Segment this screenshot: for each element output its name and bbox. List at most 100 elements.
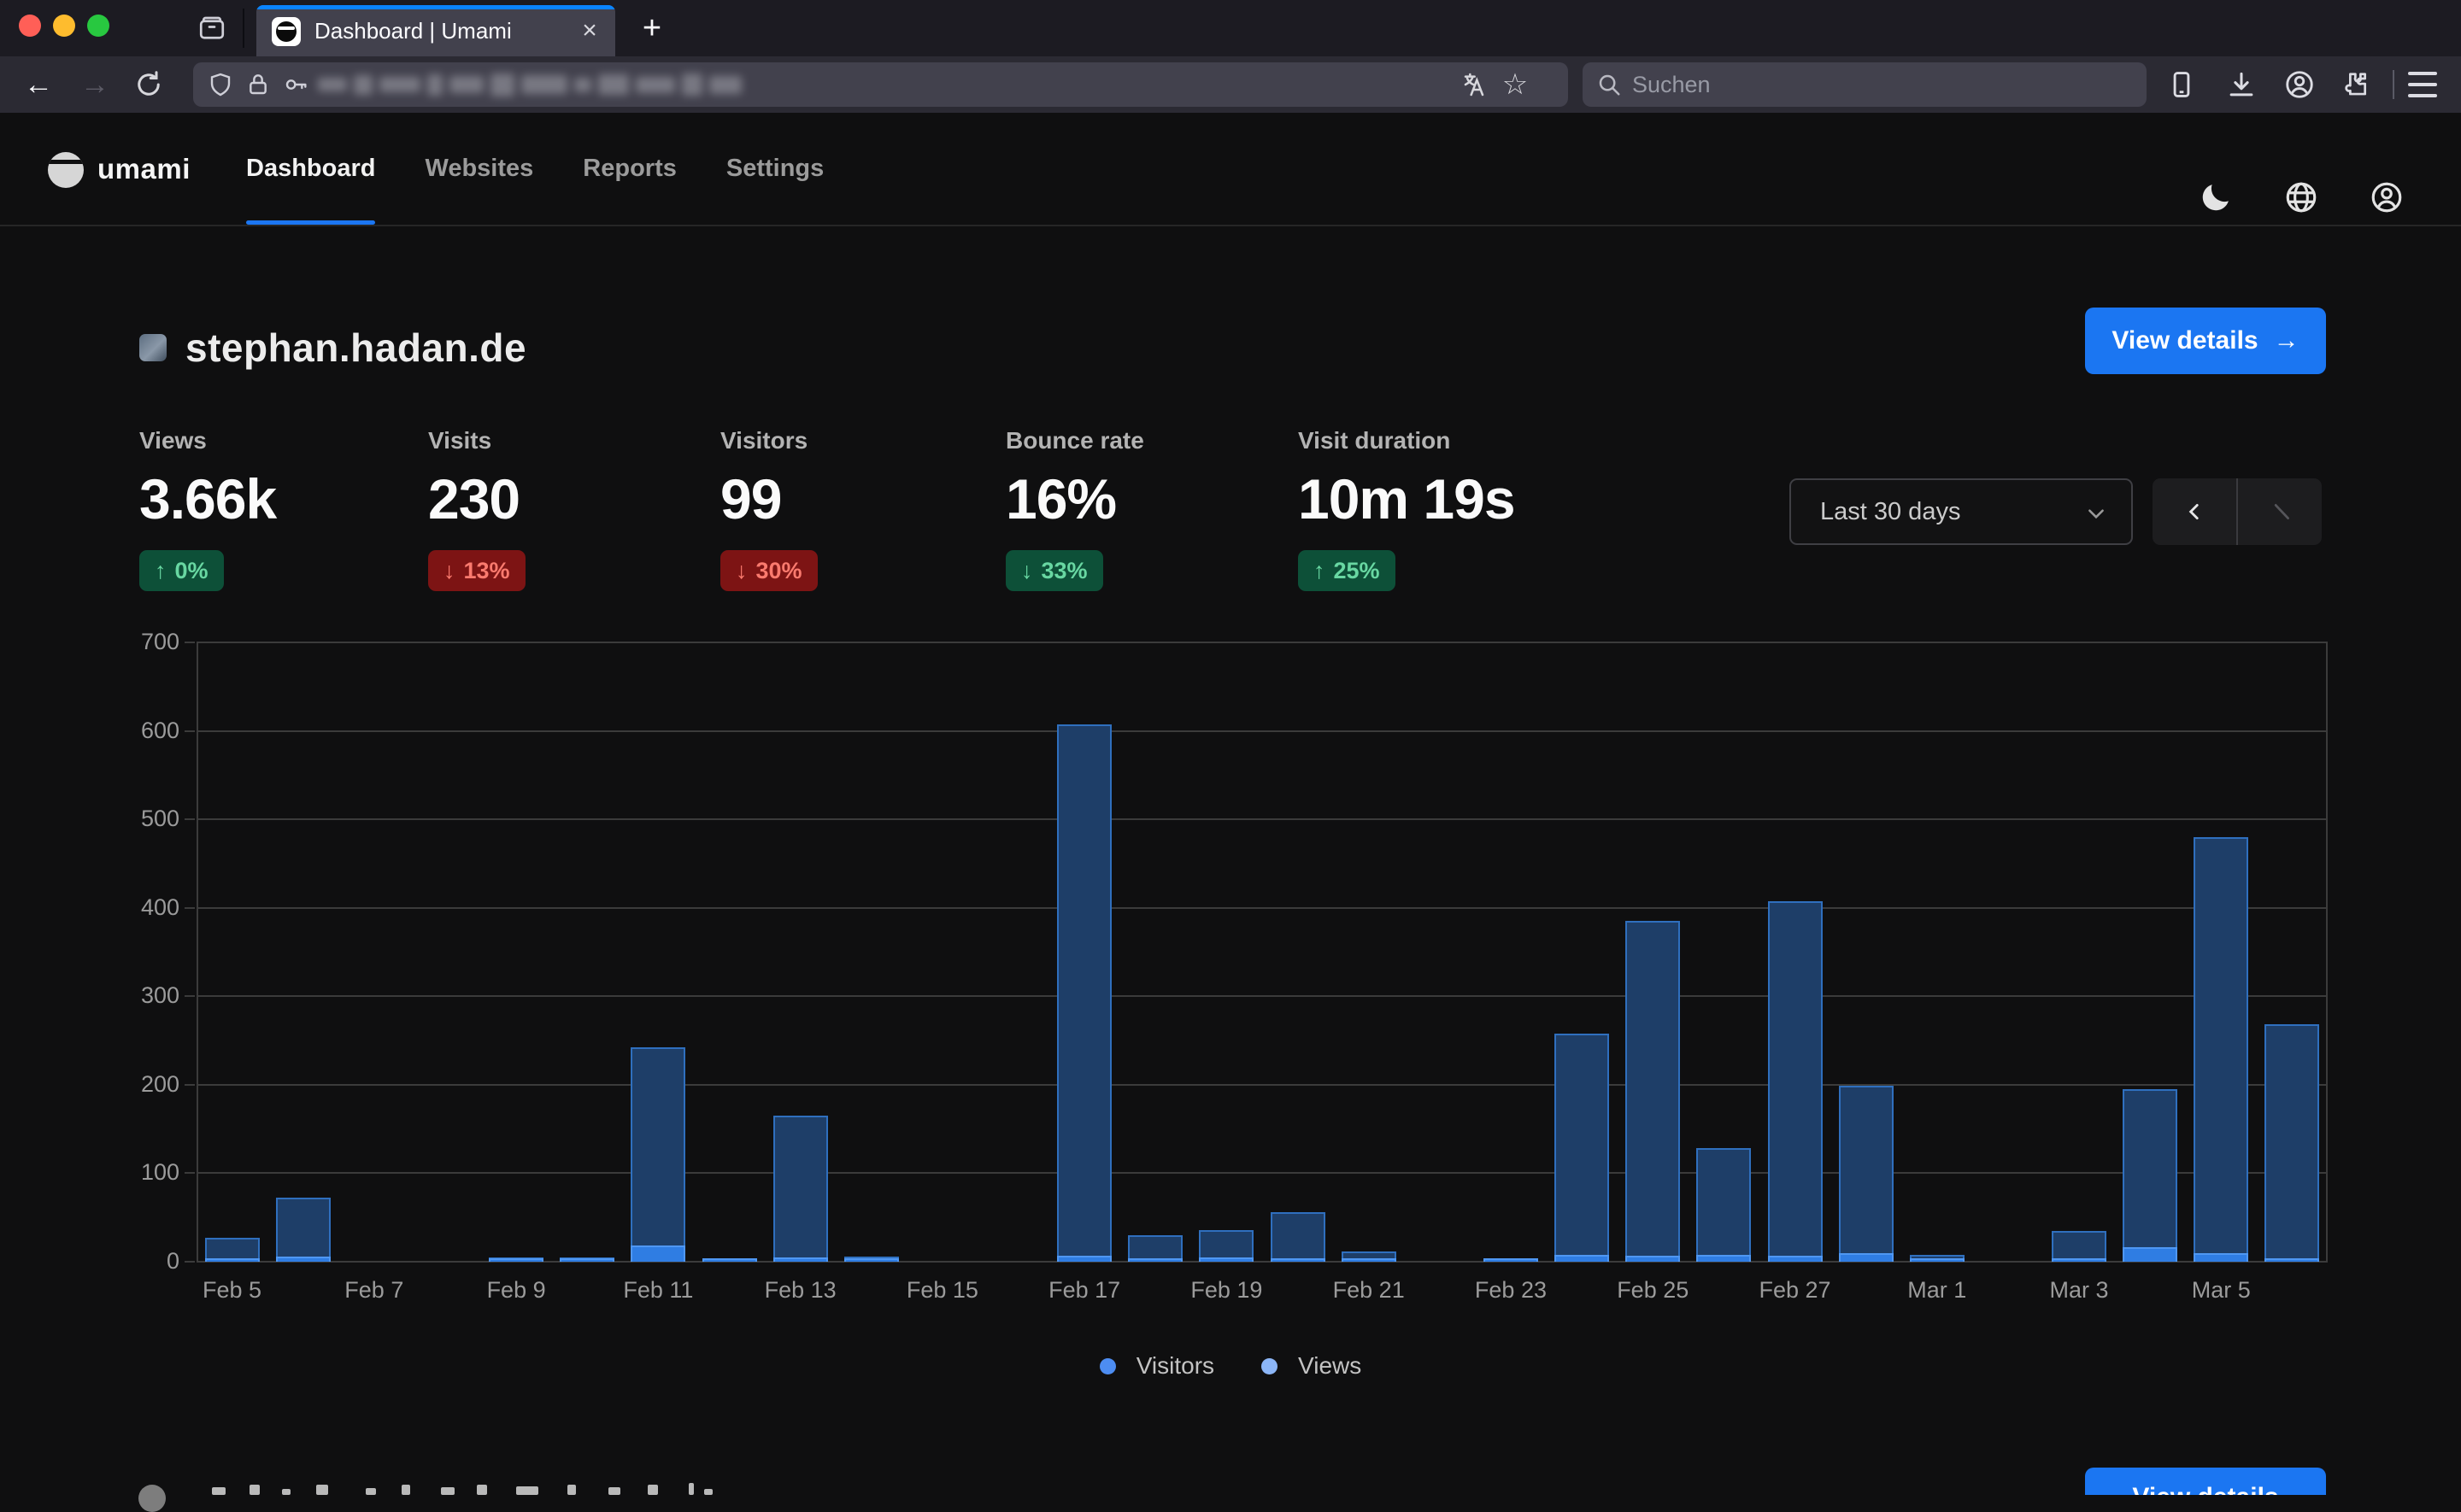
visitors-bar[interactable]	[1839, 1253, 1894, 1262]
browser-tab-dashboard[interactable]: Dashboard | Umami ×	[256, 5, 615, 56]
visitors-bar[interactable]	[1271, 1258, 1325, 1262]
window-minimize-button[interactable]	[53, 15, 75, 37]
visitors-bar[interactable]	[1554, 1255, 1609, 1262]
visitors-bar[interactable]	[1910, 1258, 1965, 1262]
date-range-value: Last 30 days	[1820, 498, 1960, 526]
back-button[interactable]: ←	[19, 65, 58, 104]
previous-period-button[interactable]	[2153, 478, 2236, 545]
device-sync-icon[interactable]	[2165, 68, 2198, 101]
translate-icon[interactable]	[1462, 71, 1489, 98]
website-header: stephan.hadan.de	[139, 325, 526, 371]
visitors-bar[interactable]	[1768, 1256, 1823, 1262]
tab-close-icon[interactable]: ×	[576, 17, 603, 44]
url-redacted-text	[318, 72, 831, 97]
tracking-protection-shield-icon[interactable]	[207, 71, 234, 98]
views-bar[interactable]	[276, 1198, 331, 1262]
nav-item-websites[interactable]: Websites	[425, 113, 533, 225]
x-tick-label: Feb 19	[1158, 1277, 1295, 1304]
metric-value: 99	[720, 466, 994, 531]
views-bar[interactable]	[2123, 1089, 2177, 1262]
extensions-puzzle-icon[interactable]	[2341, 68, 2374, 101]
legend-item-visitors[interactable]: Visitors	[1100, 1352, 1214, 1380]
visitors-bar[interactable]	[702, 1258, 757, 1262]
tabs-overview-icon[interactable]	[197, 13, 227, 44]
menu-hamburger-icon[interactable]	[2408, 72, 2437, 97]
visitors-bar[interactable]	[844, 1258, 899, 1262]
tabstrip-divider	[243, 9, 244, 48]
visitors-bar[interactable]	[1483, 1258, 1538, 1262]
x-tick-label: Feb 21	[1301, 1277, 1437, 1304]
visitors-bar[interactable]	[2123, 1247, 2177, 1262]
theme-moon-icon[interactable]	[2198, 179, 2234, 215]
website-favicon	[139, 334, 167, 361]
metric-label: Views	[139, 427, 413, 454]
visitors-bar[interactable]	[205, 1258, 260, 1262]
views-bar[interactable]	[1057, 724, 1112, 1262]
views-bar[interactable]	[1768, 901, 1823, 1262]
visitors-bar[interactable]	[1199, 1257, 1254, 1262]
visitors-bar[interactable]	[2264, 1258, 2319, 1262]
nav-item-dashboard[interactable]: Dashboard	[246, 113, 375, 225]
profile-icon[interactable]	[2369, 179, 2405, 215]
y-tick-label: 100	[120, 1159, 179, 1186]
y-tick-label: 0	[120, 1248, 179, 1275]
views-bar[interactable]	[1625, 921, 1680, 1262]
visitors-bar[interactable]	[276, 1257, 331, 1262]
view-details-button[interactable]: View details →	[2085, 308, 2326, 374]
visitors-bar[interactable]	[1342, 1258, 1396, 1262]
views-bar[interactable]	[1696, 1148, 1751, 1262]
views-bar[interactable]	[1554, 1034, 1609, 1262]
second-view-details-button[interactable]: View details	[2085, 1468, 2326, 1495]
visitors-bar[interactable]	[1625, 1256, 1680, 1262]
metric-visitors: Visitors 99 ↓30%	[720, 427, 994, 591]
next-period-button[interactable]	[2238, 478, 2322, 545]
saved-password-key-icon[interactable]	[282, 71, 309, 98]
traffic-bar-chart[interactable]	[197, 642, 2328, 1262]
y-tick-label: 400	[120, 894, 179, 921]
reload-icon[interactable]	[133, 69, 164, 100]
connection-lock-icon[interactable]	[244, 71, 272, 98]
umami-logo	[48, 152, 84, 188]
new-tab-button[interactable]: +	[634, 10, 670, 46]
language-globe-icon[interactable]	[2283, 179, 2319, 215]
visitors-bar[interactable]	[2052, 1258, 2106, 1262]
browser-toolbar: ← →	[0, 56, 2461, 113]
date-range-select[interactable]: Last 30 days	[1789, 478, 2133, 545]
toolbar-divider	[2393, 70, 2394, 99]
second-website-favicon	[138, 1485, 166, 1512]
visitors-bar[interactable]	[489, 1258, 543, 1262]
nav-item-settings[interactable]: Settings	[726, 113, 824, 225]
visitors-bar[interactable]	[1696, 1255, 1751, 1262]
visitors-bar[interactable]	[773, 1257, 828, 1262]
window-zoom-button[interactable]	[87, 15, 109, 37]
visitors-bar[interactable]	[1057, 1256, 1112, 1262]
x-tick-label: Mar 1	[1869, 1277, 2006, 1304]
x-tick-label: Feb 11	[590, 1277, 726, 1304]
views-bar[interactable]	[631, 1047, 685, 1262]
x-tick-label: Feb 27	[1727, 1277, 1864, 1304]
metric-value: 10m 19s	[1298, 466, 1571, 531]
views-bar[interactable]	[2194, 837, 2248, 1262]
visitors-bar[interactable]	[560, 1258, 614, 1262]
search-bar[interactable]: Suchen	[1583, 62, 2147, 107]
downloads-icon[interactable]	[2225, 68, 2258, 101]
metric-change-badge: ↓13%	[428, 550, 526, 591]
nav-item-reports[interactable]: Reports	[583, 113, 677, 225]
views-bar[interactable]	[773, 1116, 828, 1262]
address-bar[interactable]: ☆	[193, 62, 1568, 107]
views-bar[interactable]	[1271, 1212, 1325, 1262]
views-bar[interactable]	[2264, 1024, 2319, 1262]
umami-header: umami Dashboard Websites Reports Setting…	[0, 113, 2461, 226]
browser-titlebar: Dashboard | Umami × +	[0, 0, 2461, 56]
bookmark-star-icon[interactable]: ☆	[1500, 66, 1530, 103]
legend-item-views[interactable]: Views	[1261, 1352, 1361, 1380]
visitors-bar[interactable]	[1128, 1258, 1183, 1262]
account-icon[interactable]	[2283, 68, 2316, 101]
visitors-bar[interactable]	[631, 1245, 685, 1262]
metric-label: Visitors	[720, 427, 994, 454]
window-close-button[interactable]	[19, 15, 41, 37]
views-bar[interactable]	[1839, 1086, 1894, 1262]
visitors-bar[interactable]	[2194, 1253, 2248, 1262]
x-tick-label: Mar 5	[2153, 1277, 2289, 1304]
views-bar[interactable]	[2052, 1231, 2106, 1262]
